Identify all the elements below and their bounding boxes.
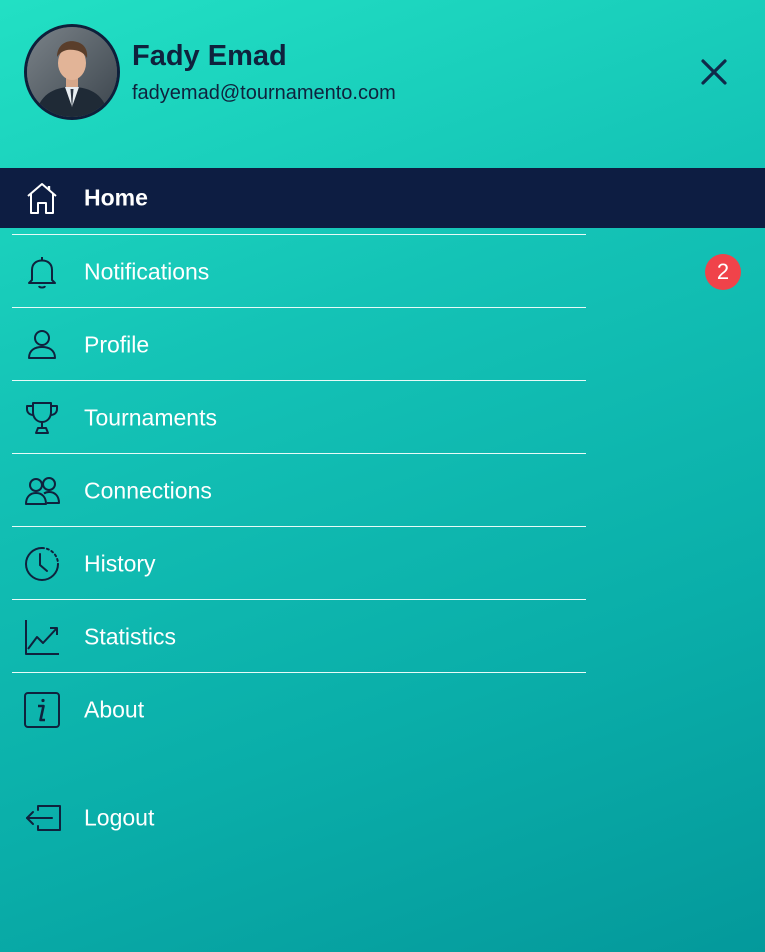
clock-history-icon xyxy=(24,546,60,582)
menu-item-label: Home xyxy=(84,184,148,211)
menu-item-tournaments[interactable]: Tournaments xyxy=(0,381,765,454)
menu-item-label: Notifications xyxy=(84,258,210,284)
menu-item-label: Connections xyxy=(84,477,212,503)
menu-item-about[interactable]: About xyxy=(0,673,765,746)
menu-item-label: Statistics xyxy=(84,623,177,649)
logout-icon xyxy=(24,800,62,836)
logout-button[interactable]: Logout xyxy=(0,782,765,854)
bell-icon xyxy=(24,254,60,290)
people-icon xyxy=(24,473,60,509)
logout-label: Logout xyxy=(84,804,155,831)
menu-item-profile[interactable]: Profile xyxy=(0,308,765,381)
nav-menu-list: Notifications Profile Tournaments Connec… xyxy=(0,235,765,746)
user-icon xyxy=(24,327,60,363)
drawer-header: Fady Emad fadyemad@tournamento.com xyxy=(0,0,765,168)
avatar[interactable] xyxy=(24,24,120,120)
trophy-icon xyxy=(24,400,60,436)
menu-item-statistics[interactable]: Statistics xyxy=(0,600,765,673)
menu-item-connections[interactable]: Connections xyxy=(0,454,765,527)
menu-item-home[interactable]: Home xyxy=(0,168,765,228)
close-icon[interactable] xyxy=(694,52,734,92)
chart-line-icon xyxy=(24,619,60,655)
nav-menu: Home xyxy=(0,168,765,228)
menu-item-history[interactable]: History xyxy=(0,527,765,600)
menu-item-label: History xyxy=(84,550,156,576)
menu-item-label: Tournaments xyxy=(84,404,217,430)
notification-badge: 2 xyxy=(705,254,741,290)
info-icon xyxy=(24,691,60,728)
menu-item-notifications[interactable]: Notifications xyxy=(0,235,765,308)
menu-item-label: About xyxy=(84,696,145,722)
home-icon xyxy=(24,180,60,216)
user-email: fadyemad@tournamento.com xyxy=(132,82,396,104)
menu-item-label: Profile xyxy=(84,331,150,357)
user-name: Fady Emad xyxy=(132,40,287,72)
